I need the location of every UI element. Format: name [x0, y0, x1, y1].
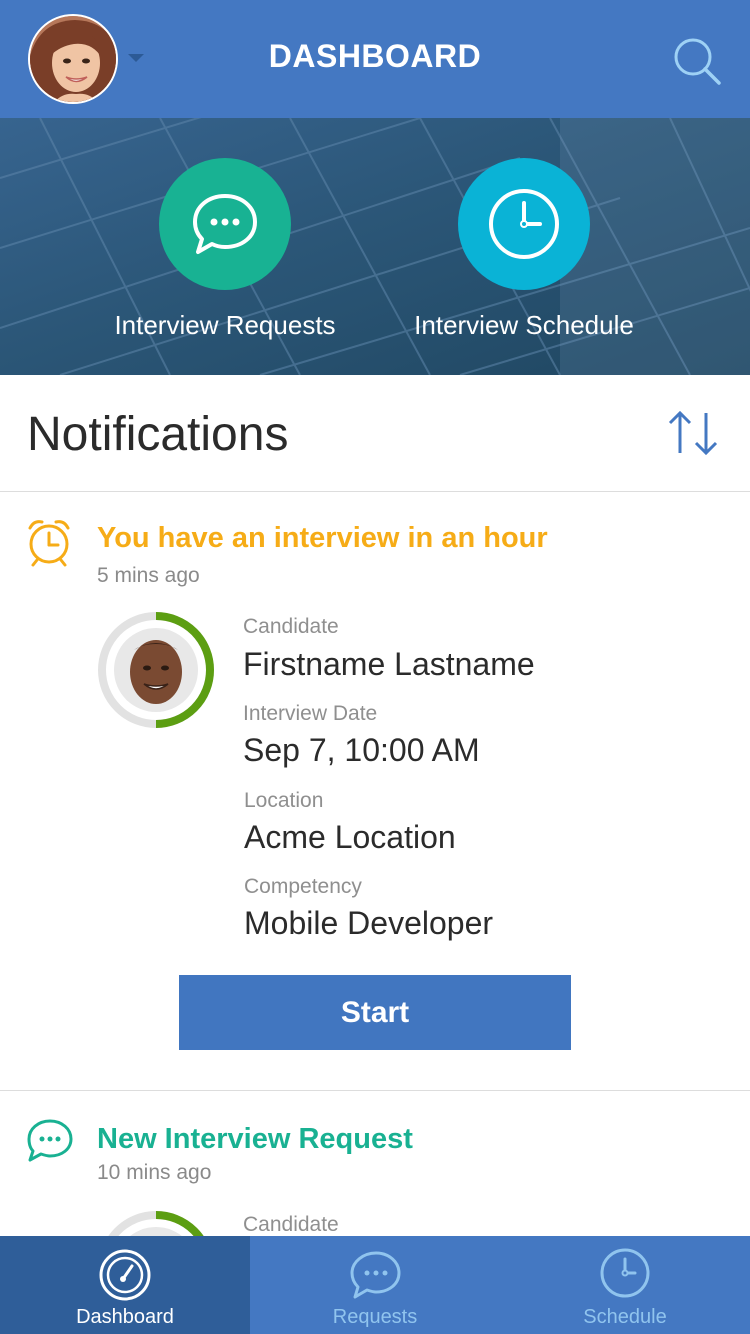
- tab-schedule[interactable]: Schedule: [500, 1236, 750, 1334]
- interview-schedule-shortcut[interactable]: Interview Schedule: [374, 158, 674, 341]
- start-interview-button[interactable]: Start: [179, 975, 571, 1050]
- candidate-avatar: [97, 611, 215, 729]
- interview-date-value: Sep 7, 10:00 AM: [243, 732, 480, 768]
- location-label: Location: [244, 789, 324, 812]
- quick-action-circle: [458, 158, 590, 290]
- chat-bubble-icon: [348, 1248, 402, 1302]
- candidate-label: Candidate: [243, 615, 339, 638]
- chat-bubble-icon: [24, 1115, 76, 1167]
- top-bar: DASHBOARD: [0, 0, 750, 118]
- competency-value: Mobile Developer: [244, 905, 494, 941]
- speedometer-icon: [98, 1248, 152, 1302]
- page-title: DASHBOARD: [268, 38, 482, 74]
- search-icon[interactable]: [670, 34, 724, 88]
- alarm-clock-icon: [24, 516, 76, 568]
- interview-date-label: Interview Date: [243, 702, 378, 725]
- tab-requests[interactable]: Requests: [250, 1236, 500, 1334]
- notification-title: New Interview Request: [97, 1123, 413, 1155]
- tab-label: Requests: [332, 1306, 418, 1328]
- notification-time: 5 mins ago: [97, 564, 200, 587]
- candidate-label: Candidate: [243, 1213, 339, 1236]
- notification-title: You have an interview in an hour: [97, 522, 548, 554]
- hero-banner: Interview Requests Interview Schedule: [0, 118, 750, 375]
- section-title: Notifications: [27, 408, 289, 461]
- clock-icon: [489, 189, 559, 259]
- tab-label: Dashboard: [76, 1306, 174, 1328]
- location-value: Acme Location: [244, 819, 456, 855]
- notification-time: 10 mins ago: [97, 1161, 212, 1184]
- notification-card[interactable]: You have an interview in an hour 5 mins …: [0, 492, 750, 1091]
- candidate-photo: [114, 628, 198, 712]
- tab-dashboard[interactable]: Dashboard: [0, 1236, 250, 1334]
- quick-action-circle: [159, 158, 291, 290]
- chat-bubble-icon: [193, 194, 257, 254]
- quick-action-label: Interview Schedule: [414, 310, 634, 340]
- notifications-header: Notifications: [0, 375, 750, 492]
- interview-requests-shortcut[interactable]: Interview Requests: [75, 158, 375, 341]
- bottom-tab-bar: Dashboard Requests Schedule: [0, 1236, 750, 1334]
- candidate-value: Firstname Lastname: [243, 646, 535, 682]
- clock-icon: [598, 1248, 652, 1302]
- competency-label: Competency: [244, 875, 362, 898]
- tab-label: Schedule: [583, 1306, 667, 1328]
- notification-card[interactable]: New Interview Request 10 mins ago Candid…: [0, 1091, 750, 1241]
- quick-action-label: Interview Requests: [114, 310, 336, 340]
- sort-arrows-icon[interactable]: [664, 409, 724, 459]
